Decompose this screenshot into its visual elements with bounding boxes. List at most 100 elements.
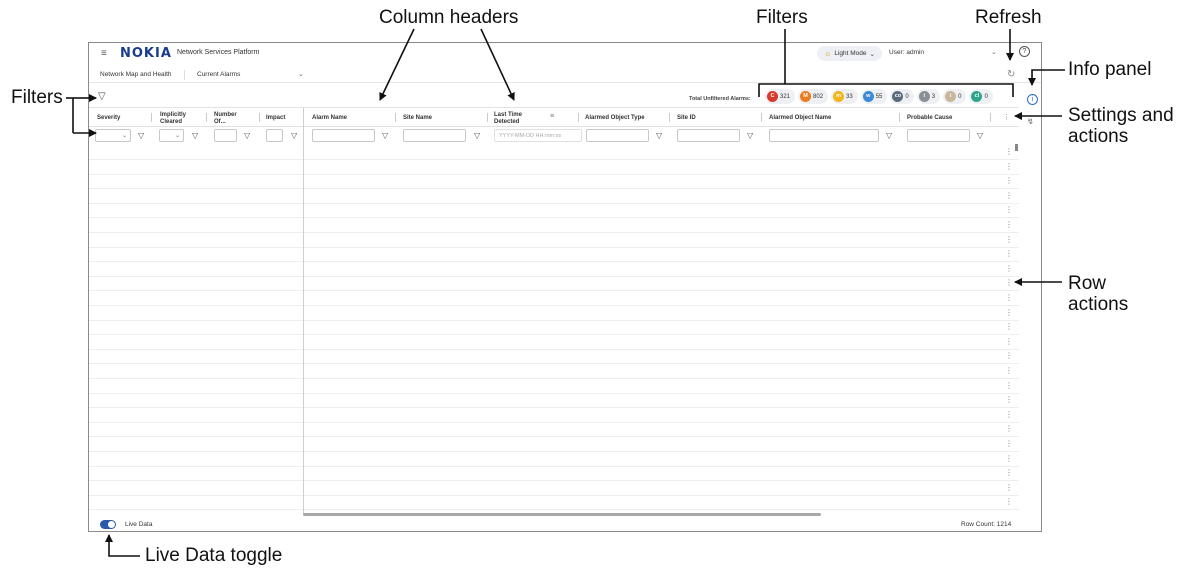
- table-row[interactable]: [89, 436, 1019, 437]
- col-separator[interactable]: [669, 113, 670, 122]
- row-actions-kebab-icon[interactable]: ⋮: [1005, 221, 1013, 229]
- last-time-filter-input[interactable]: YYYY-MM-DD HH:mm:ss: [494, 129, 582, 142]
- table-row[interactable]: [89, 232, 1019, 233]
- table-row[interactable]: [89, 509, 1019, 510]
- alarm-name-filter-input[interactable]: [312, 129, 375, 142]
- horizontal-scrollbar[interactable]: [303, 513, 821, 516]
- funnel-icon[interactable]: ▽: [747, 131, 753, 140]
- row-actions-kebab-icon[interactable]: ⋮: [1005, 484, 1013, 492]
- funnel-icon[interactable]: ▽: [138, 131, 144, 140]
- col-number-of[interactable]: Number Of...: [214, 112, 237, 126]
- settings-tool-icon[interactable]: ↯: [1027, 117, 1034, 126]
- nav-network-map-and-health[interactable]: Network Map and Health: [100, 71, 172, 78]
- col-probable-cause[interactable]: Probable Cause: [907, 115, 952, 122]
- funnel-icon[interactable]: ▽: [474, 131, 480, 140]
- funnel-icon[interactable]: ▽: [886, 131, 892, 140]
- col-impact[interactable]: Impact: [266, 115, 285, 122]
- help-icon[interactable]: ?: [1019, 46, 1030, 57]
- filter-toggle-icon[interactable]: ▽: [98, 91, 106, 102]
- col-alarmed-object-type[interactable]: Alarmed Object Type: [585, 115, 645, 122]
- badge-condition[interactable]: co 0: [890, 89, 914, 104]
- severity-filter-select[interactable]: ⌄: [95, 129, 131, 142]
- col-separator[interactable]: [151, 113, 152, 122]
- row-actions-kebab-icon[interactable]: ⋮: [1005, 469, 1013, 477]
- column-settings-kebab-icon[interactable]: ⋮: [1003, 113, 1010, 121]
- user-menu[interactable]: User: admin: [889, 49, 924, 56]
- site-name-filter-input[interactable]: [403, 129, 466, 142]
- row-actions-kebab-icon[interactable]: ⋮: [1005, 455, 1013, 463]
- row-actions-kebab-icon[interactable]: ⋮: [1005, 367, 1013, 375]
- col-separator[interactable]: [761, 113, 762, 122]
- col-separator[interactable]: [395, 113, 396, 122]
- table-row[interactable]: [89, 217, 1019, 218]
- table-row[interactable]: [89, 349, 1019, 350]
- badge-cleared[interactable]: cl 0: [969, 89, 993, 104]
- sort-icon[interactable]: ≡: [550, 113, 554, 120]
- table-row[interactable]: [89, 451, 1019, 452]
- col-separator[interactable]: [259, 113, 260, 122]
- col-separator[interactable]: [487, 113, 488, 122]
- row-actions-kebab-icon[interactable]: ⋮: [1005, 192, 1013, 200]
- table-row[interactable]: [89, 378, 1019, 379]
- toolbar-more-icon[interactable]: ⋮: [1028, 70, 1037, 81]
- funnel-icon[interactable]: ▽: [382, 131, 388, 140]
- row-actions-kebab-icon[interactable]: ⋮: [1005, 411, 1013, 419]
- funnel-icon[interactable]: ▽: [244, 131, 250, 140]
- probable-cause-filter-input[interactable]: [907, 129, 970, 142]
- table-row[interactable]: [89, 393, 1019, 394]
- info-panel-icon[interactable]: i: [1027, 94, 1038, 105]
- row-actions-kebab-icon[interactable]: ⋮: [1005, 265, 1013, 273]
- implicitly-cleared-filter-select[interactable]: ⌄: [159, 129, 184, 142]
- view-chevron-down-icon[interactable]: ⌄: [298, 70, 304, 78]
- hamburger-menu-icon[interactable]: ≡: [101, 48, 107, 59]
- funnel-icon[interactable]: ▽: [656, 131, 662, 140]
- row-actions-kebab-icon[interactable]: ⋮: [1005, 206, 1013, 214]
- table-row[interactable]: [89, 203, 1019, 204]
- badge-indeterminate[interactable]: i0: [943, 89, 967, 104]
- impact-filter-input[interactable]: [266, 129, 283, 142]
- row-actions-kebab-icon[interactable]: ⋮: [1005, 382, 1013, 390]
- row-actions-kebab-icon[interactable]: ⋮: [1005, 309, 1013, 317]
- badge-critical[interactable]: C 321: [765, 89, 796, 104]
- table-row[interactable]: [89, 407, 1019, 408]
- row-actions-kebab-icon[interactable]: ⋮: [1005, 396, 1013, 404]
- alarmed-object-type-filter-input[interactable]: [586, 129, 649, 142]
- col-alarm-name[interactable]: Alarm Name: [312, 115, 347, 122]
- col-alarmed-object-name[interactable]: Alarmed Object Name: [769, 115, 831, 122]
- col-separator[interactable]: [206, 113, 207, 122]
- col-separator[interactable]: [578, 113, 579, 122]
- funnel-icon[interactable]: ▽: [977, 131, 983, 140]
- table-row[interactable]: [89, 276, 1019, 277]
- col-site-id[interactable]: Site ID: [677, 115, 696, 122]
- table-row[interactable]: [89, 334, 1019, 335]
- light-mode-button[interactable]: ☼ Light Mode ⌄: [817, 46, 882, 61]
- badge-info[interactable]: i3: [916, 89, 941, 104]
- table-row[interactable]: [89, 363, 1019, 364]
- table-row[interactable]: [89, 261, 1019, 262]
- row-actions-kebab-icon[interactable]: ⋮: [1005, 352, 1013, 360]
- row-actions-kebab-icon[interactable]: ⋮: [1005, 279, 1013, 287]
- badge-major[interactable]: M 802: [798, 89, 829, 104]
- funnel-icon[interactable]: ▽: [192, 131, 198, 140]
- row-actions-kebab-icon[interactable]: ⋮: [1005, 440, 1013, 448]
- row-actions-kebab-icon[interactable]: ⋮: [1005, 148, 1013, 156]
- row-actions-kebab-icon[interactable]: ⋮: [1005, 498, 1013, 506]
- table-row[interactable]: [89, 290, 1019, 291]
- row-actions-kebab-icon[interactable]: ⋮: [1005, 338, 1013, 346]
- table-row[interactable]: [89, 174, 1019, 175]
- table-row[interactable]: [89, 466, 1019, 467]
- table-row[interactable]: [89, 188, 1019, 189]
- col-last-time-detected[interactable]: Last Time Detected: [494, 112, 522, 126]
- row-actions-kebab-icon[interactable]: ⋮: [1005, 250, 1013, 258]
- table-row[interactable]: [89, 305, 1019, 306]
- table-row[interactable]: [89, 320, 1019, 321]
- vertical-scrollbar[interactable]: [1015, 144, 1018, 151]
- row-actions-kebab-icon[interactable]: ⋮: [1005, 236, 1013, 244]
- live-data-toggle[interactable]: [100, 520, 116, 529]
- number-of-filter-input[interactable]: [214, 129, 237, 142]
- row-actions-kebab-icon[interactable]: ⋮: [1005, 323, 1013, 331]
- refresh-icon[interactable]: ↻: [1007, 69, 1015, 80]
- site-id-filter-input[interactable]: [677, 129, 740, 142]
- col-separator[interactable]: [990, 113, 991, 122]
- table-row[interactable]: [89, 247, 1019, 248]
